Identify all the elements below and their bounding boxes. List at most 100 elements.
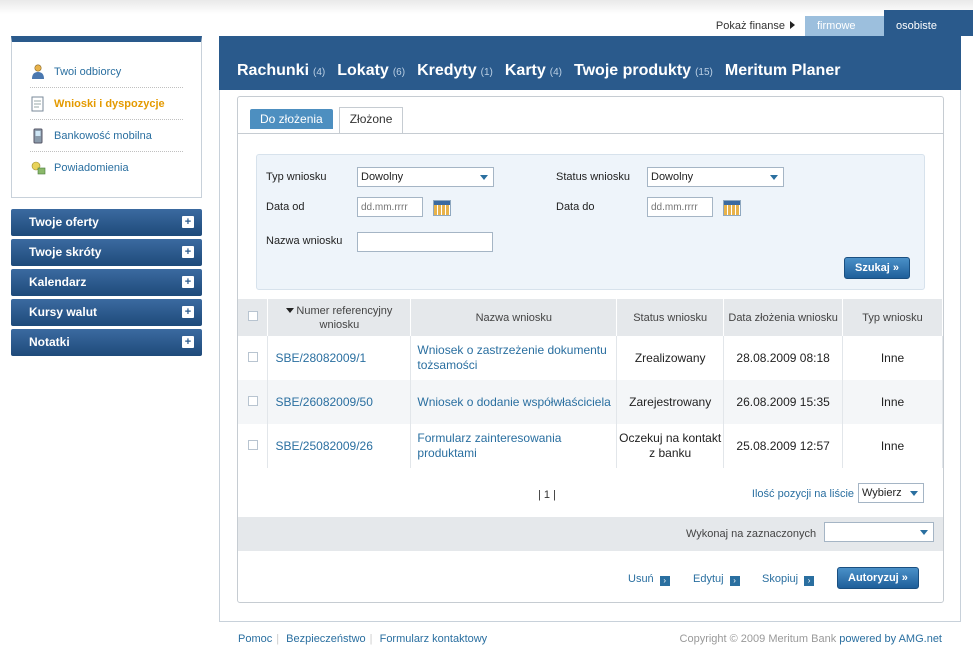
sidebar-item-mobilna[interactable]: Bankowość mobilna bbox=[30, 120, 183, 152]
calendar-icon[interactable] bbox=[433, 200, 451, 216]
tab-osobiste[interactable]: osobiste bbox=[884, 10, 973, 36]
col-name-header: Nazwa wniosku bbox=[410, 299, 618, 336]
tab-zlozone[interactable]: Złożone bbox=[338, 107, 404, 134]
pagination[interactable]: | 1 | bbox=[538, 489, 556, 501]
date-cell: 26.08.2009 15:35 bbox=[723, 380, 844, 424]
col-status-header: Status wniosku bbox=[616, 299, 725, 336]
row-checkbox[interactable] bbox=[247, 396, 258, 406]
col-date-header: Data złożenia wniosku bbox=[723, 299, 844, 336]
document-icon bbox=[30, 96, 46, 112]
subtabs: Do złożenia Złożone bbox=[250, 107, 409, 134]
chevron-down-icon bbox=[920, 530, 928, 535]
ref-link[interactable]: SBE/25082009/26 bbox=[267, 424, 412, 468]
type-cell: Inne bbox=[842, 336, 943, 380]
nav-lokaty[interactable]: Lokaty (6) bbox=[337, 62, 409, 80]
sidebar-item-label: Wnioski i dyspozycje bbox=[54, 97, 165, 110]
panel-kursy-walut[interactable]: Kursy walut + bbox=[11, 299, 202, 326]
panel-label: Notatki bbox=[29, 335, 70, 349]
nav-meritum-planer[interactable]: Meritum Planer bbox=[725, 62, 841, 80]
panel-twoje-skroty[interactable]: Twoje skróty + bbox=[11, 239, 202, 266]
date-cell: 28.08.2009 08:18 bbox=[723, 336, 844, 380]
date-to-label: Data do bbox=[556, 201, 595, 213]
status-cell: Zrealizowany bbox=[616, 336, 725, 380]
table-header-row: Numer referencyjny wniosku Nazwa wniosku… bbox=[238, 299, 943, 336]
panel-label: Kalendarz bbox=[29, 275, 87, 289]
type-select[interactable]: Dowolny bbox=[357, 167, 494, 187]
nav-twoje-produkty[interactable]: Twoje produkty (15) bbox=[574, 62, 717, 80]
status-select[interactable]: Dowolny bbox=[647, 167, 784, 187]
sidebar-item-label: Bankowość mobilna bbox=[54, 129, 152, 142]
sidebar-item-powiadomienia[interactable]: Powiadomienia bbox=[30, 152, 183, 184]
per-page-select[interactable]: Wybierz bbox=[858, 483, 924, 503]
delete-link[interactable]: Usuń › bbox=[628, 573, 670, 586]
type-cell: Inne bbox=[842, 424, 943, 468]
sort-desc-icon bbox=[286, 307, 295, 313]
select-all-cell bbox=[238, 299, 269, 336]
footer-link-security[interactable]: Bezpieczeństwo bbox=[286, 633, 366, 645]
chevron-down-icon bbox=[480, 175, 488, 180]
tab-firmowe[interactable]: firmowe bbox=[805, 16, 884, 36]
ref-link[interactable]: SBE/28082009/1 bbox=[267, 336, 412, 380]
plus-icon[interactable]: + bbox=[182, 276, 194, 288]
chevron-down-icon bbox=[770, 175, 778, 180]
panel-notatki[interactable]: Notatki + bbox=[11, 329, 202, 356]
phone-icon bbox=[30, 128, 46, 144]
row-checkbox[interactable] bbox=[247, 440, 258, 450]
nav-karty[interactable]: Karty (4) bbox=[505, 62, 566, 80]
footer-link-help[interactable]: Pomoc bbox=[238, 633, 272, 645]
nav-kredyty[interactable]: Kredyty (1) bbox=[417, 62, 497, 80]
plus-icon[interactable]: + bbox=[182, 336, 194, 348]
edit-link[interactable]: Edytuj › bbox=[693, 573, 740, 586]
request-name-link[interactable]: Wniosek o zastrzeżenie dokumentu tożsamo… bbox=[410, 336, 618, 380]
bulk-label: Wykonaj na zaznaczonych bbox=[686, 528, 817, 540]
name-input[interactable] bbox=[357, 232, 493, 252]
request-name-link[interactable]: Formularz zainteresowania produktami bbox=[410, 424, 618, 468]
search-button[interactable]: Szukaj » bbox=[844, 257, 911, 279]
copyright-text: Copyright © 2009 Meritum Bank bbox=[679, 633, 837, 645]
name-label: Nazwa wniosku bbox=[266, 235, 343, 247]
status-cell: Oczekuj na kontakt z banku bbox=[616, 424, 725, 468]
calendar-icon[interactable] bbox=[723, 200, 741, 216]
divider bbox=[238, 133, 943, 134]
arrow-right-icon: › bbox=[729, 576, 740, 586]
plus-icon[interactable]: + bbox=[182, 246, 194, 258]
plus-icon[interactable]: + bbox=[182, 216, 194, 228]
powered-by-link[interactable]: powered by AMG.net bbox=[839, 633, 942, 645]
bulk-action-bar: Wykonaj na zaznaczonych bbox=[238, 517, 943, 551]
request-name-link[interactable]: Wniosek o dodanie współwłaściciela bbox=[410, 380, 618, 424]
table-row: SBE/28082009/1 Wniosek o zastrzeżenie do… bbox=[238, 336, 943, 380]
status-cell: Zarejestrowany bbox=[616, 380, 725, 424]
chevron-down-icon bbox=[910, 491, 918, 496]
requests-table: Numer referencyjny wniosku Nazwa wniosku… bbox=[238, 299, 943, 468]
col-ref-header[interactable]: Numer referencyjny wniosku bbox=[267, 299, 412, 336]
authorize-button[interactable]: Autoryzuj » bbox=[837, 567, 919, 589]
panel-twoje-oferty[interactable]: Twoje oferty + bbox=[11, 209, 202, 236]
person-icon bbox=[30, 63, 46, 80]
panel-kalendarz[interactable]: Kalendarz + bbox=[11, 269, 202, 296]
date-from-input[interactable] bbox=[357, 197, 423, 217]
sidebar-item-wnioski[interactable]: Wnioski i dyspozycje bbox=[30, 88, 183, 120]
bell-icon bbox=[30, 160, 46, 176]
footer-link-contact[interactable]: Formularz kontaktowy bbox=[380, 633, 488, 645]
plus-icon[interactable]: + bbox=[182, 306, 194, 318]
select-all-checkbox[interactable] bbox=[247, 310, 258, 321]
table-row: SBE/25082009/26 Formularz zainteresowani… bbox=[238, 424, 943, 468]
tab-do-zlozenia[interactable]: Do złożenia bbox=[250, 109, 333, 129]
sidebar-item-odbiorcy[interactable]: Twoi odbiorcy bbox=[30, 56, 183, 88]
bulk-select[interactable] bbox=[824, 522, 934, 542]
arrow-right-icon: › bbox=[804, 576, 815, 586]
date-to-input[interactable] bbox=[647, 197, 713, 217]
ref-link[interactable]: SBE/26082009/50 bbox=[267, 380, 412, 424]
requests-panel: Do złożenia Złożone Typ wniosku Dowolny … bbox=[237, 96, 944, 603]
nav-rachunki[interactable]: Rachunki (4) bbox=[237, 62, 329, 80]
finance-switch: Pokaż finanse firmowe osobiste bbox=[716, 10, 973, 36]
date-from-label: Data od bbox=[266, 201, 305, 213]
copy-link[interactable]: Skopiuj › bbox=[762, 573, 815, 586]
sidebar-item-label: Powiadomienia bbox=[54, 162, 129, 174]
finance-label: Pokaż finanse bbox=[716, 10, 805, 36]
search-form: Typ wniosku Dowolny Status wniosku Dowol… bbox=[256, 154, 925, 290]
row-checkbox[interactable] bbox=[247, 352, 258, 362]
arrow-right-icon bbox=[790, 21, 795, 29]
panel-label: Twoje skróty bbox=[29, 245, 102, 259]
per-page-label: Ilość pozycji na liście bbox=[751, 488, 854, 500]
